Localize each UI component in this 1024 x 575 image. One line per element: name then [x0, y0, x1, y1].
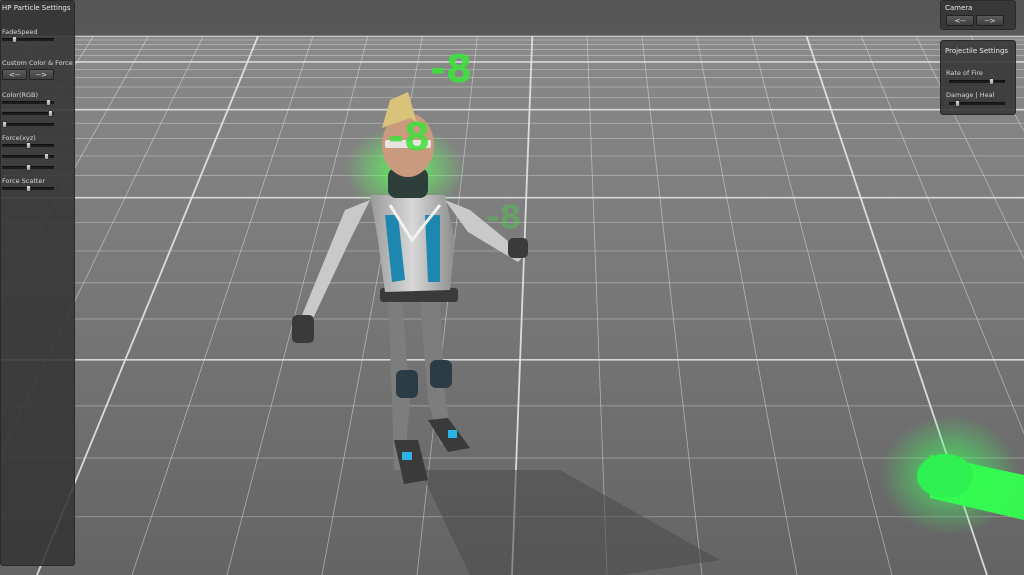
damage-number-3: -8: [486, 198, 522, 236]
rate-of-fire-label: Rate of Fire: [946, 69, 983, 77]
game-viewport: -8 -8 -8: [0, 0, 1024, 575]
force-y-slider[interactable]: [2, 153, 54, 160]
fadespeed-slider[interactable]: [2, 36, 54, 43]
slider-knob[interactable]: [26, 142, 31, 149]
slider-knob[interactable]: [12, 36, 17, 43]
hp-particle-settings-panel: HP Particle Settings FadeSpeed Custom Co…: [0, 0, 75, 566]
color-g-slider[interactable]: [2, 110, 54, 117]
camera-panel: Camera <-- -->: [940, 0, 1016, 30]
panel-title: HP Particle Settings: [2, 4, 71, 12]
top-bar: [0, 0, 1024, 36]
damage-number-2: -8: [388, 115, 430, 159]
damage-heal-slider[interactable]: [949, 100, 1005, 107]
slider-knob[interactable]: [26, 164, 31, 171]
slider-knob[interactable]: [989, 78, 994, 85]
camera-next-button[interactable]: -->: [976, 15, 1004, 26]
camera-title: Camera: [945, 4, 973, 12]
custom-color-force-label: Custom Color & Force: [2, 59, 73, 67]
color-b-slider[interactable]: [2, 121, 54, 128]
force-xyz-label: Force(xyz): [2, 134, 36, 142]
camera-prev-button[interactable]: <--: [946, 15, 974, 26]
custom-next-button[interactable]: -->: [29, 69, 54, 80]
custom-prev-button[interactable]: <--: [2, 69, 27, 80]
force-scatter-slider[interactable]: [2, 185, 54, 192]
projectile-title: Projectile Settings: [945, 47, 1009, 55]
force-scatter-label: Force Scatter: [2, 177, 46, 185]
slider-knob[interactable]: [48, 110, 53, 117]
color-rgb-label: Color(RGB): [2, 91, 39, 99]
slider-knob[interactable]: [2, 121, 7, 128]
force-z-slider[interactable]: [2, 164, 54, 171]
projectile-settings-panel: Projectile Settings Rate of Fire Damage …: [940, 40, 1016, 115]
slider-knob[interactable]: [44, 153, 49, 160]
damage-number-1: -8: [430, 47, 472, 91]
fadespeed-label: FadeSpeed: [2, 28, 38, 36]
rate-of-fire-slider[interactable]: [949, 78, 1005, 85]
slider-knob[interactable]: [26, 185, 31, 192]
color-r-slider[interactable]: [2, 99, 54, 106]
force-x-slider[interactable]: [2, 142, 54, 149]
slider-knob[interactable]: [955, 100, 960, 107]
damage-heal-label: Damage | Heal: [946, 91, 995, 99]
slider-knob[interactable]: [46, 99, 51, 106]
